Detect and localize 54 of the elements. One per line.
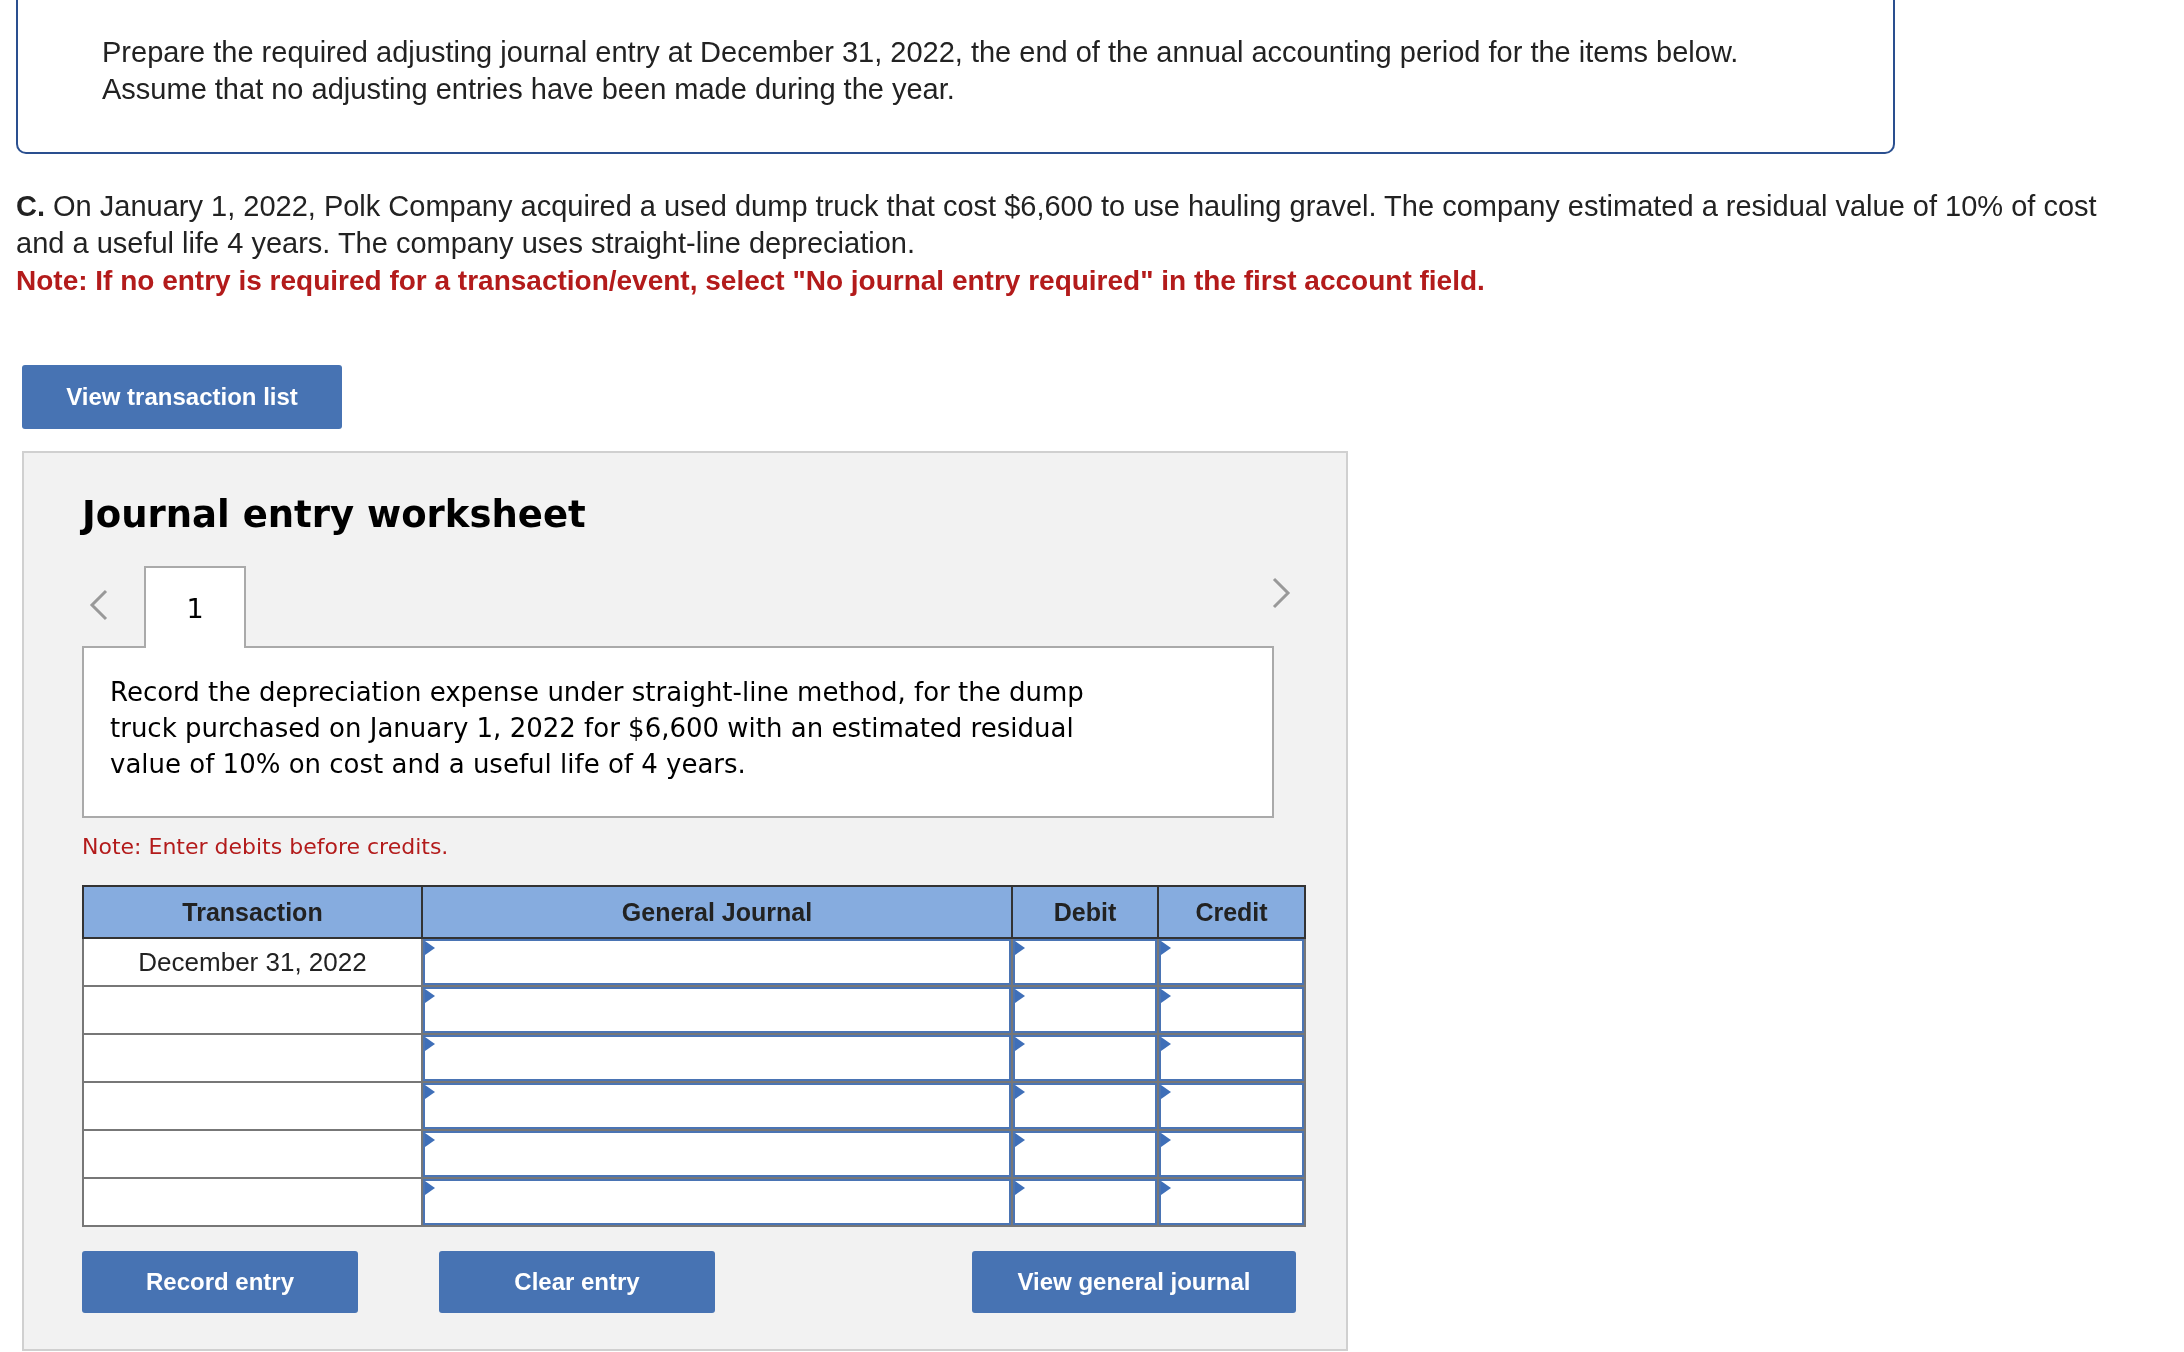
input-field[interactable]	[1013, 1035, 1157, 1081]
triangle-icon	[425, 1085, 435, 1099]
input-field[interactable]	[1159, 1083, 1304, 1129]
triangle-icon	[1161, 989, 1171, 1003]
action-button[interactable]: View general journal	[972, 1251, 1296, 1313]
column-header: General Journal	[422, 886, 1012, 938]
triangle-icon	[1015, 1181, 1025, 1195]
triangle-icon	[1015, 1085, 1025, 1099]
triangle-icon	[425, 1181, 435, 1195]
input-field[interactable]	[1013, 1131, 1157, 1177]
triangle-icon	[1161, 1181, 1171, 1195]
triangle-icon	[1161, 941, 1171, 955]
instructions-text: Prepare the required adjusting journal entry at December 31, 2022, the end of the annual accounting period for the items below. Assume that no adjusting entries have been made during the year.	[102, 35, 1740, 107]
triangle-icon	[1015, 941, 1025, 955]
triangle-icon	[1161, 1037, 1171, 1051]
input-field[interactable]	[423, 987, 1011, 1033]
triangle-icon	[425, 941, 435, 955]
triangle-icon	[1015, 1037, 1025, 1051]
input-field[interactable]	[1013, 987, 1157, 1033]
input-field[interactable]	[423, 1179, 1011, 1225]
column-header: Debit	[1012, 886, 1158, 938]
triangle-icon	[1161, 1133, 1171, 1147]
input-field[interactable]	[1159, 1035, 1304, 1081]
triangle-icon	[1015, 989, 1025, 1003]
description-text: Record the depreciation expense under straight-line method, for the dump truck purchased on January 1, 2022 for $6,600 with an estimated residual value of 10% on cost and a useful life of 4 years.	[110, 676, 1085, 781]
input-field[interactable]	[423, 1083, 1011, 1129]
input-field[interactable]	[423, 939, 1011, 985]
triangle-icon	[1015, 1133, 1025, 1147]
input-field[interactable]	[423, 1035, 1011, 1081]
triangle-icon	[425, 1037, 435, 1051]
input-field[interactable]	[423, 1131, 1011, 1177]
question-text: C. On January 1, 2022, Polk Company acquired a used dump truck that cost $6,600 to use hauling gravel. The company estimated a residual value of 10% of cost and a useful life 4 years. The company uses straight-line depreciation.	[16, 189, 2098, 261]
worksheet-title: Journal entry worksheet	[82, 493, 587, 536]
action-button[interactable]: Clear entry	[439, 1251, 715, 1313]
input-field[interactable]	[1013, 1179, 1157, 1225]
table-cell: December 31, 2022	[83, 938, 422, 986]
note-text: Note: Enter debits before credits.	[82, 834, 450, 859]
view-transaction-list-button[interactable]: View transaction list	[22, 365, 342, 429]
chevron-right-icon[interactable]	[1270, 576, 1292, 610]
input-field[interactable]	[1159, 939, 1304, 985]
triangle-icon	[425, 989, 435, 1003]
input-field[interactable]	[1159, 1131, 1304, 1177]
input-field[interactable]	[1159, 1179, 1304, 1225]
input-field[interactable]	[1013, 1083, 1157, 1129]
input-field[interactable]	[1013, 939, 1157, 985]
action-button[interactable]: Record entry	[82, 1251, 358, 1313]
column-header: Transaction	[83, 886, 422, 938]
chevron-left-icon[interactable]	[88, 588, 110, 622]
worksheet-tab[interactable]: 1	[144, 566, 246, 648]
column-header: Credit	[1158, 886, 1305, 938]
triangle-icon	[425, 1133, 435, 1147]
note-text: Note: If no entry is required for a transaction/event, select "No journal entry required" in the first account field.	[16, 264, 1486, 298]
triangle-icon	[1161, 1085, 1171, 1099]
input-field[interactable]	[1159, 987, 1304, 1033]
